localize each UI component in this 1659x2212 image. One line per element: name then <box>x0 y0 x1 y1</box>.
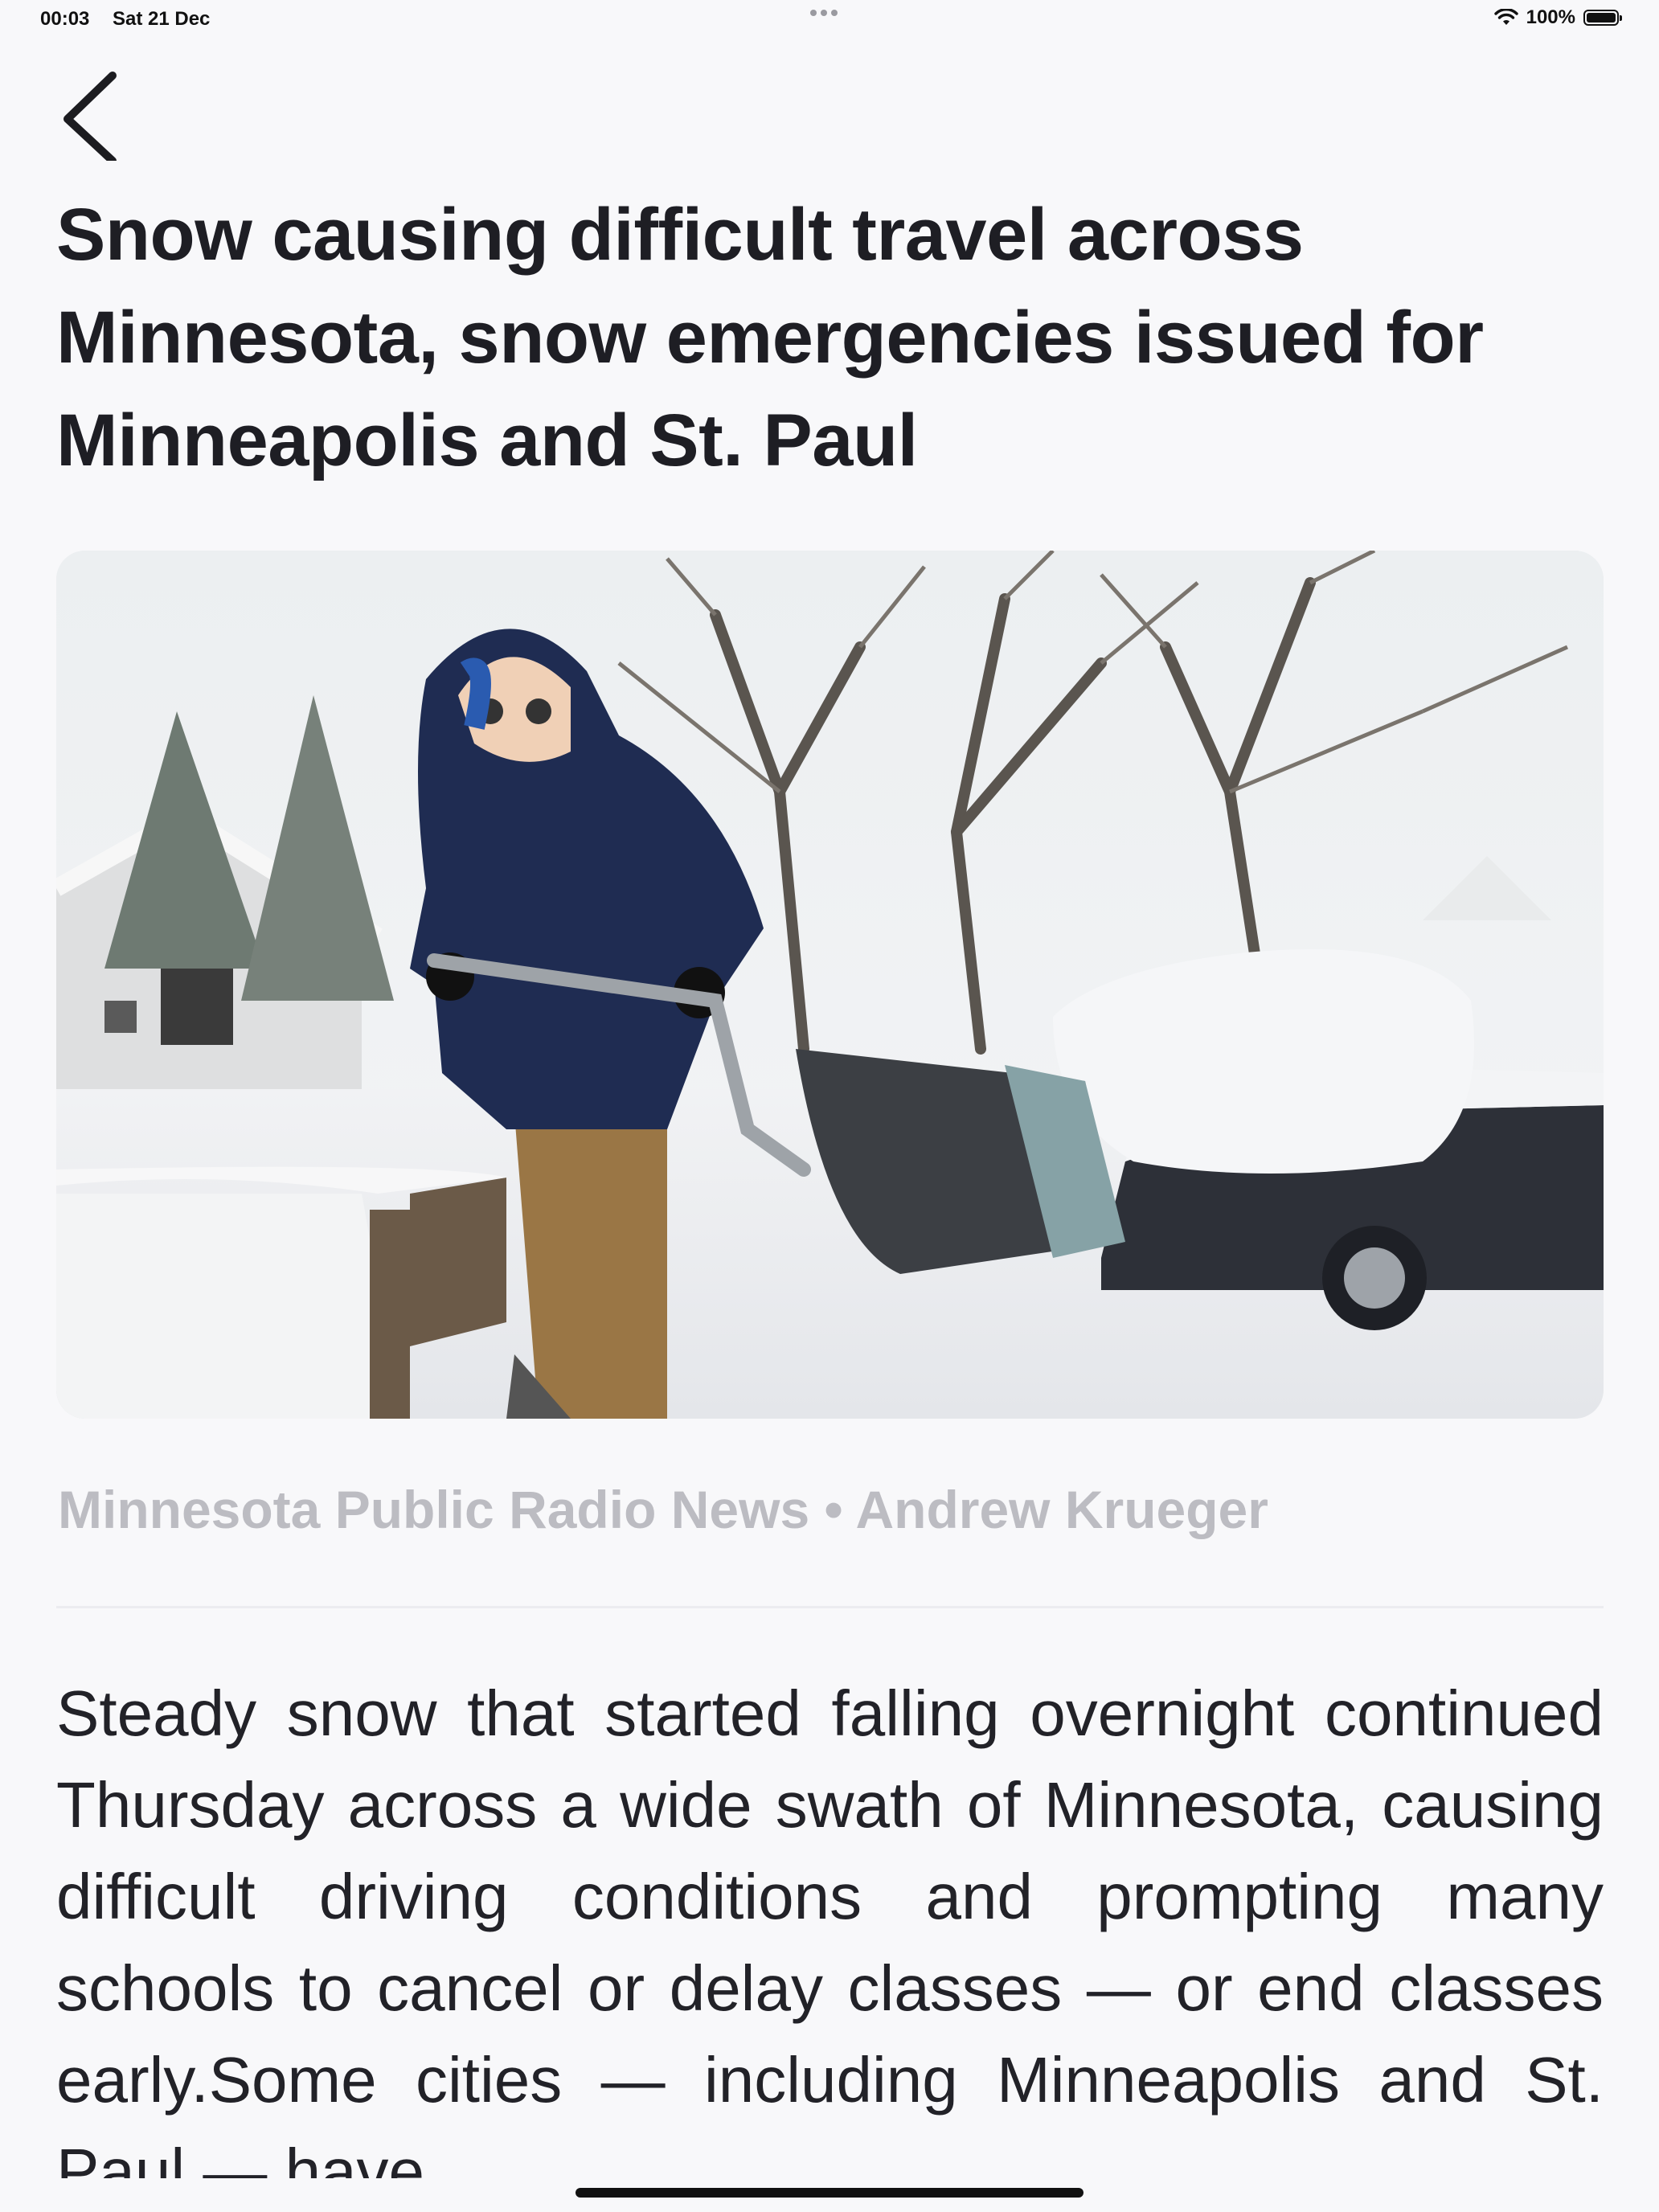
divider <box>56 1606 1604 1608</box>
chevron-left-icon <box>63 72 117 165</box>
multitasking-dots-icon[interactable] <box>810 10 838 16</box>
back-button[interactable] <box>56 64 129 165</box>
status-date: Sat 21 Dec <box>113 8 211 30</box>
article-hero-image <box>56 551 1604 1419</box>
article-byline: Minnesota Public Radio News • Andrew Kru… <box>58 1480 1268 1539</box>
status-indicators: 100% <box>1493 6 1622 29</box>
article-body-container: Steady snow that started falling overnig… <box>56 1668 1604 2178</box>
status-bar: 00:03 Sat 21 Dec 100% <box>0 0 1659 39</box>
home-indicator[interactable] <box>576 2188 1083 2198</box>
article-title: Snow causing difficult travel across Min… <box>56 194 1484 481</box>
battery-percentage: 100% <box>1526 6 1575 28</box>
battery-icon <box>1583 10 1622 26</box>
article-body: Steady snow that started falling overnig… <box>56 1677 1604 2178</box>
status-time: 00:03 <box>40 8 90 30</box>
wifi-icon <box>1493 9 1518 25</box>
